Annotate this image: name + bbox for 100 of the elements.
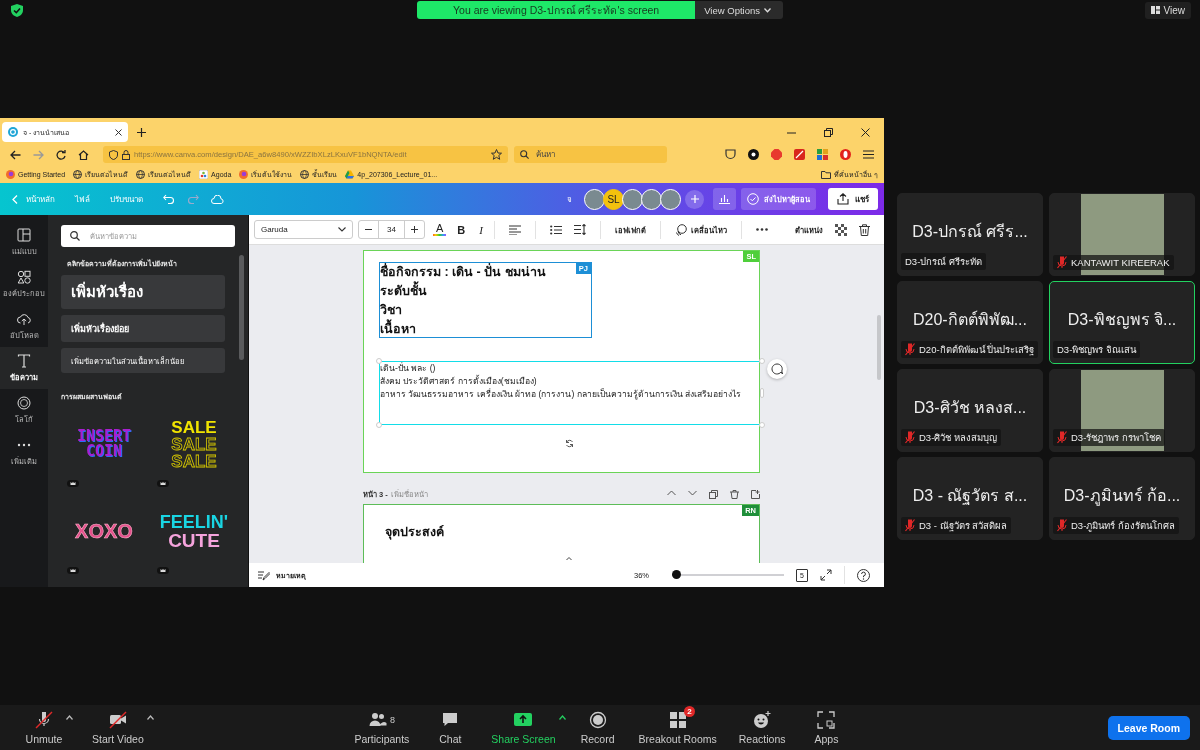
search-input[interactable]: ค้นหา bbox=[534, 149, 654, 160]
slide-heading: จุดประสงค์ bbox=[385, 524, 445, 542]
help-icon[interactable] bbox=[857, 568, 870, 582]
slider-thumb[interactable] bbox=[672, 570, 682, 579]
toolbar-button[interactable]: Share Screen bbox=[482, 710, 565, 745]
list-icon[interactable] bbox=[549, 224, 562, 235]
circle-badge-icon bbox=[17, 395, 31, 410]
toolbar-button[interactable]: Unmute bbox=[16, 710, 72, 745]
user-avatar[interactable] bbox=[622, 188, 643, 210]
text-color-button[interactable]: A bbox=[433, 223, 447, 236]
bold-button[interactable]: B bbox=[454, 223, 469, 236]
video-tile[interactable]: D3 - ณัฐวัตร ส... D3 - ณัฐวัตร สวัสดิผล bbox=[897, 457, 1043, 540]
trash-icon[interactable] bbox=[859, 223, 870, 236]
participant-name: D3-ปกรณ์ ศรีร... bbox=[912, 221, 1028, 242]
font-combo-tile[interactable]: SALE SALE SALE bbox=[151, 410, 237, 478]
duplicate-icon[interactable] bbox=[709, 489, 718, 499]
resize-handle[interactable] bbox=[376, 422, 382, 428]
toolbar-button[interactable]: Apps bbox=[798, 710, 855, 745]
resize-handle[interactable] bbox=[376, 358, 382, 364]
share-button[interactable]: แชร์ bbox=[828, 188, 878, 210]
globe-icon bbox=[136, 170, 146, 179]
toolbar-button[interactable]: Start Video bbox=[83, 710, 153, 745]
plus-icon[interactable] bbox=[137, 127, 146, 137]
design-title[interactable]: จ bbox=[567, 192, 572, 206]
toolbar-button[interactable]: Record bbox=[569, 710, 626, 745]
bar-chart-icon bbox=[719, 194, 730, 204]
flame-logo-icon bbox=[6, 170, 15, 179]
toolbar-button[interactable]: Chat bbox=[422, 710, 479, 745]
rotate-icon[interactable] bbox=[565, 439, 574, 448]
add-page-icon[interactable] bbox=[751, 489, 760, 499]
user-avatar[interactable] bbox=[660, 188, 681, 210]
participant-name: KANTAWIT KIREERAK bbox=[1071, 257, 1170, 268]
align-left-icon[interactable] bbox=[508, 224, 521, 235]
grid-icon bbox=[1150, 6, 1160, 14]
add-collaborator-button[interactable] bbox=[685, 189, 704, 209]
slide-text: ระดับชั้น bbox=[380, 282, 427, 301]
notification-badge: 2 bbox=[684, 705, 695, 717]
shield-icon bbox=[11, 3, 23, 17]
view-options-button[interactable]: View Options bbox=[695, 1, 783, 19]
video-tile[interactable]: D3-รัชฎาพร กรพาโชค bbox=[1049, 369, 1195, 452]
font-dropdown[interactable]: Garuda bbox=[254, 220, 353, 239]
star-icon bbox=[491, 149, 502, 160]
back-arrow-icon[interactable] bbox=[10, 149, 21, 160]
shapes-icon bbox=[17, 269, 31, 284]
leave-room-button[interactable]: Leave Room bbox=[1107, 715, 1190, 740]
video-tile[interactable]: D3-ปกรณ์ ศรีร... D3-ปกรณ์ ศรีระทัด bbox=[897, 193, 1043, 276]
square-icon[interactable] bbox=[794, 149, 805, 160]
participant-name: D3 - ณัฐวัตร ส... bbox=[912, 486, 1028, 507]
user-avatar[interactable]: SL bbox=[603, 188, 624, 210]
checkerboard-icon[interactable] bbox=[835, 223, 847, 236]
notes-icon bbox=[258, 569, 270, 581]
home-icon[interactable] bbox=[78, 149, 89, 160]
reload-icon[interactable] bbox=[56, 149, 66, 160]
scrollbar-thumb[interactable] bbox=[877, 315, 881, 380]
record-icon bbox=[588, 710, 607, 729]
upload-icon bbox=[837, 193, 849, 205]
trash-icon[interactable] bbox=[730, 489, 739, 499]
more-icon[interactable] bbox=[755, 228, 768, 231]
crown-icon bbox=[157, 480, 169, 487]
add-heading-button[interactable]: เพิ่มหัวเรื่อง bbox=[61, 275, 225, 309]
add-comment-button[interactable] bbox=[767, 359, 787, 379]
user-avatar[interactable] bbox=[584, 188, 605, 210]
video-tile[interactable]: D3-ศิวัช หลงส... D3-ศิวัช หลงสมบุญ bbox=[897, 369, 1043, 452]
video-tile[interactable]: KANTAWIT KIREERAK bbox=[1049, 193, 1195, 276]
globe-icon bbox=[73, 170, 83, 179]
toolbar-button[interactable]: Reactions bbox=[729, 710, 795, 745]
italic-button[interactable]: I bbox=[476, 223, 486, 236]
scrollbar-thumb[interactable] bbox=[239, 255, 244, 360]
toolbar-button[interactable]: 8 Participants bbox=[345, 710, 419, 745]
cloud-icon[interactable] bbox=[211, 194, 224, 204]
undo-icon[interactable] bbox=[163, 194, 175, 204]
caret-up-icon[interactable] bbox=[66, 714, 73, 720]
resize-handle[interactable] bbox=[759, 358, 765, 364]
search-field[interactable]: ค้นหา bbox=[514, 146, 667, 163]
resize-handle[interactable] bbox=[760, 388, 764, 398]
caret-icon bbox=[764, 7, 771, 13]
font-combo-tile[interactable]: FEELIN' CUTE bbox=[151, 497, 237, 565]
menu-icon[interactable] bbox=[863, 149, 874, 160]
add-subheading-button[interactable]: เพิ่มหัวเรื่องย่อย bbox=[61, 315, 225, 342]
flame-logo-icon bbox=[239, 170, 249, 179]
octagon-icon[interactable] bbox=[771, 149, 782, 160]
shield-icon bbox=[109, 149, 118, 160]
caret-up-icon[interactable] bbox=[146, 714, 154, 720]
circle-icon[interactable] bbox=[748, 149, 759, 160]
video-tile[interactable]: D3-พิชญพร จิ... D3-พิชญพร จิณเสน bbox=[1049, 281, 1195, 364]
video-tile[interactable]: D3-ภูมินทร์ ก้อ... D3-ภูมินทร์ ก้องรัตนโกศล bbox=[1049, 457, 1195, 540]
line-spacing-icon[interactable] bbox=[573, 224, 586, 235]
caret-up-icon[interactable] bbox=[558, 714, 566, 720]
fullscreen-icon[interactable] bbox=[820, 569, 832, 581]
plus-icon bbox=[411, 226, 418, 233]
view-button[interactable]: View bbox=[1144, 1, 1191, 19]
close-icon[interactable] bbox=[861, 127, 870, 137]
participant-name: D3-ศิวัช หลงส... bbox=[913, 398, 1027, 418]
font-combo-tile[interactable]: XOXO bbox=[61, 497, 147, 565]
user-avatar[interactable] bbox=[641, 188, 662, 210]
restore-icon[interactable] bbox=[824, 127, 833, 137]
video-tile[interactable]: D20-กิตต์พิพัฒ... D20-กิตต์พิพัฒน์ ปิ่นประเสริฐ bbox=[897, 281, 1043, 364]
stats-button[interactable] bbox=[713, 188, 736, 210]
participant-name: D3-ศิวัช หลงสมบุญ bbox=[919, 431, 997, 445]
resize-handle[interactable] bbox=[759, 422, 765, 428]
